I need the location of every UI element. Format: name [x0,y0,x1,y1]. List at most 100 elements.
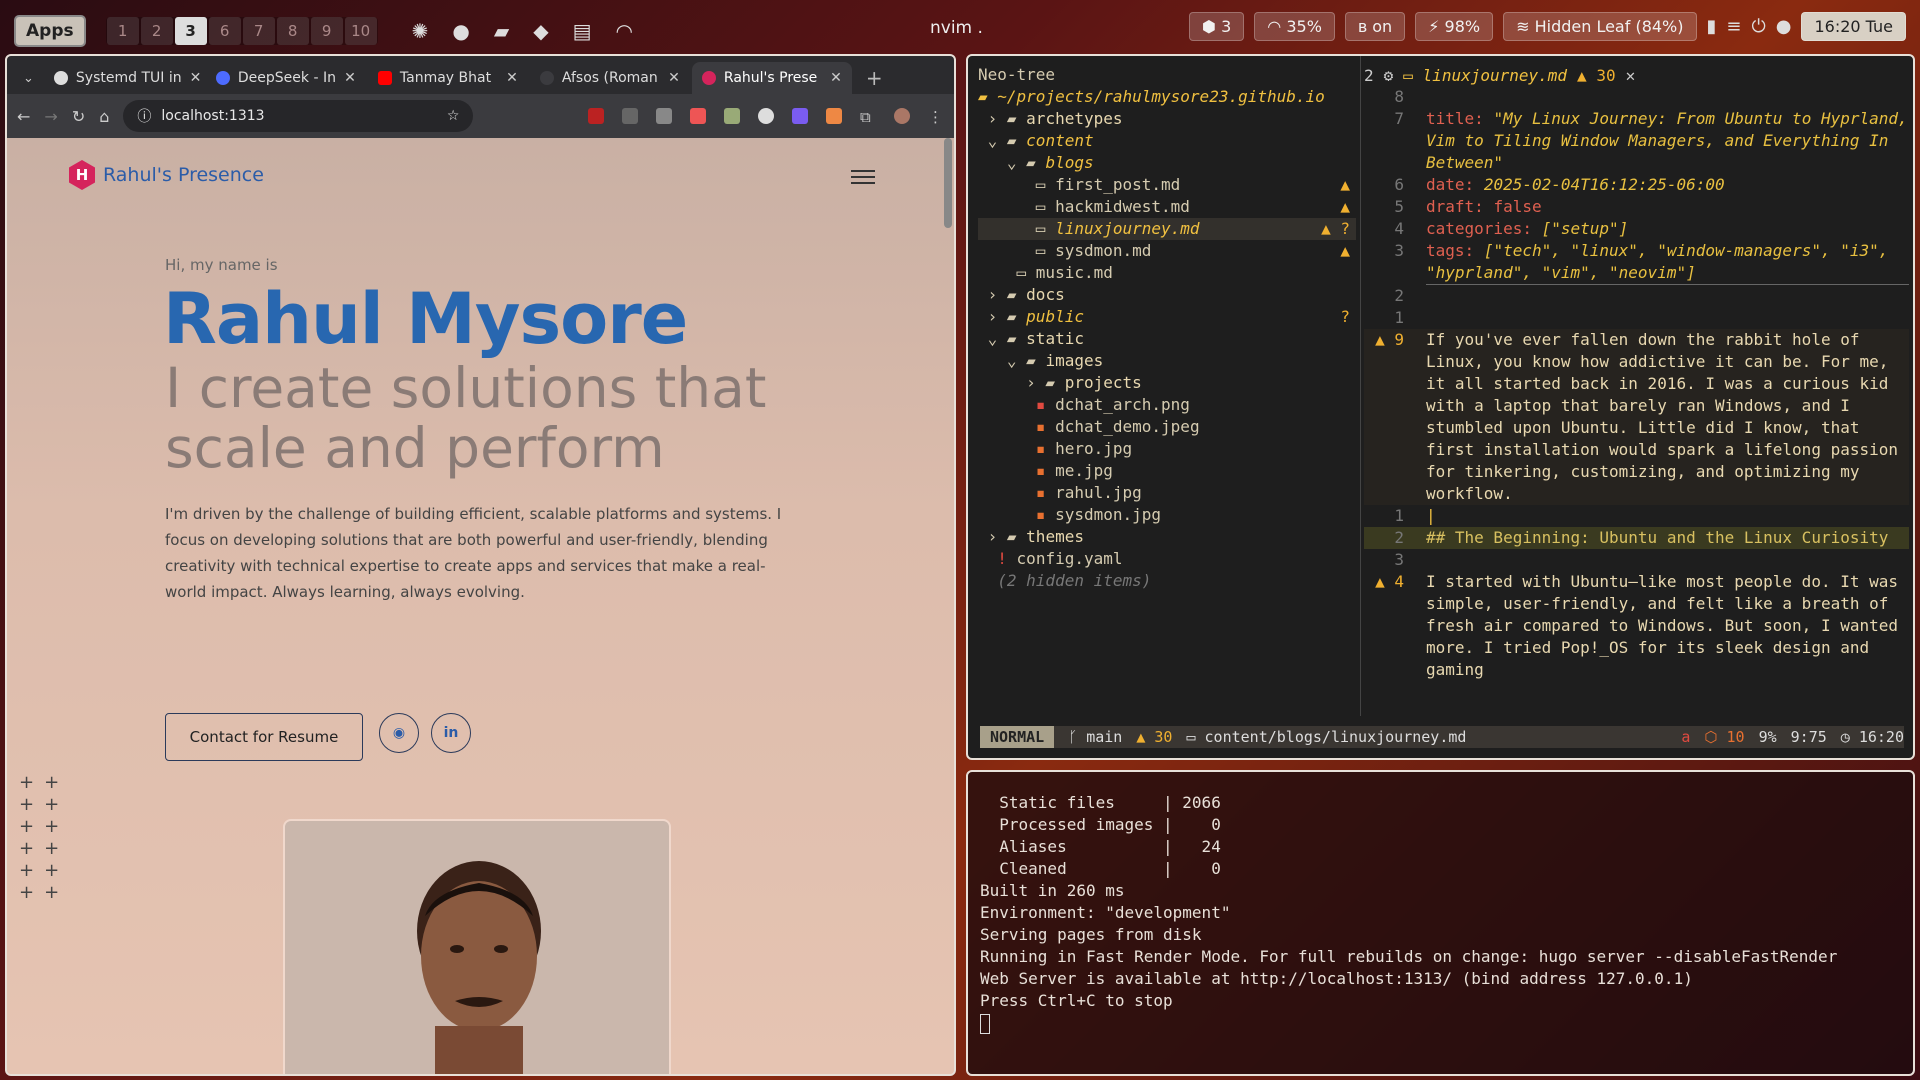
tree-dir-projects[interactable]: › ▰ projects [978,372,1356,394]
tree-file-selected[interactable]: ▭ linuxjourney.md ▲ ? [978,218,1356,240]
chatgpt-icon[interactable]: ✺ [412,19,429,43]
wifi-indicator[interactable]: ≋ Hidden Leaf (84%) [1503,12,1697,41]
github-icon[interactable]: ◉ [379,713,419,753]
volume-indicator[interactable]: ◠ 35% [1254,12,1335,41]
workspace-1[interactable]: 1 [106,16,139,45]
tab-systemd[interactable]: Systemd TUI in ✕ [44,62,204,94]
grid-decoration: ++ [19,772,70,793]
tree-dir-content[interactable]: ⌄ ▰ content [978,130,1356,152]
workspace-switcher: 1 2 3 6 7 8 9 10 [105,16,378,45]
bluetooth-indicator[interactable]: ʙ on [1344,12,1406,41]
tree-dir-public[interactable]: › ▰ public? [978,306,1356,328]
url-input[interactable]: ⓘ localhost:1313 ☆ [123,100,474,132]
power-icon[interactable]: ⏻ [1752,16,1766,37]
bookmark-star-icon[interactable]: ☆ [447,108,460,124]
kebab-menu-icon[interactable]: ⋮ [928,108,944,126]
workspace-7[interactable]: 7 [242,16,275,45]
close-icon[interactable]: ✕ [344,70,356,86]
tree-dir-docs[interactable]: › ▰ docs [978,284,1356,306]
apps-button[interactable]: Apps [14,14,86,47]
gamepad-icon[interactable]: ◆ [533,19,548,43]
tab-tanmay[interactable]: Tanmay Bhat ✕ [368,62,528,94]
tree-file[interactable]: ▭ hackmidwest.md ▲ [978,196,1356,218]
editor-buffer[interactable]: 2 ⚙ ▭ linuxjourney.md ▲ 30 ✕ 8 7 title: "M… [1364,64,1909,714]
tree-dir-images[interactable]: ⌄ ▰ images [978,350,1356,372]
tab-menu-icon[interactable]: ⌄ [15,71,42,94]
warning-icon: ▲ [1340,241,1350,260]
contact-resume-button[interactable]: Contact for Resume [165,713,363,761]
tree-file[interactable]: ▪ dchat_arch.png [978,394,1356,416]
extension-icon[interactable] [724,108,740,124]
workspace-2[interactable]: 2 [140,16,173,45]
warning-icon: ▲ ? [1321,219,1350,238]
extension-icon[interactable] [690,108,706,124]
tab-deepseek[interactable]: DeepSeek - In ✕ [206,62,366,94]
puzzle-icon[interactable]: ⧉ [860,108,876,126]
tree-file[interactable]: ▭ music.md [978,262,1356,284]
hero-name: Rahul Mysore [163,278,688,360]
hamburger-menu-icon[interactable] [851,166,875,188]
file-path: ▭ content/blogs/linuxjourney.md [1186,728,1467,746]
tree-root[interactable]: ▰ ~/projects/rahulmysore23.github.io [978,86,1356,108]
avatar-icon[interactable]: ● [1776,16,1792,37]
workspace-6[interactable]: 6 [208,16,241,45]
tree-dir-themes[interactable]: › ▰ themes [978,526,1356,548]
back-icon[interactable]: ← [17,107,30,126]
tab-rahuls-presence[interactable]: Rahul's Prese ✕ [691,62,852,94]
tree-file[interactable]: ▪ rahul.jpg [978,482,1356,504]
hero-description: I'm driven by the challenge of building … [165,505,782,601]
tree-file[interactable]: ▭ sysdmon.md ▲ [978,240,1356,262]
forward-icon[interactable]: → [44,107,57,126]
workspace-9[interactable]: 9 [310,16,343,45]
tree-dir-static[interactable]: ⌄ ▰ static [978,328,1356,350]
tree-file[interactable]: ▪ me.jpg [978,460,1356,482]
close-icon[interactable]: ✕ [1626,66,1636,85]
terminal-line: Serving pages from disk [980,925,1202,944]
close-icon[interactable]: ✕ [190,70,202,86]
terminal-line: Web Server is available at http://localh… [980,969,1693,988]
tree-file[interactable]: ▪ hero.jpg [978,438,1356,460]
tree-file[interactable]: ▪ dchat_demo.jpeg [978,416,1356,438]
close-icon[interactable]: ✕ [506,70,518,86]
logo-hexagon-icon: H [69,160,95,190]
workspace-10[interactable]: 10 [344,16,377,45]
tree-file[interactable]: ▪ sysdmon.jpg [978,504,1356,526]
tree-file[interactable]: ! config.yaml [978,548,1356,570]
headphones-icon[interactable]: ◠ [616,19,633,43]
profile-avatar[interactable] [894,108,910,124]
twitch-icon[interactable] [792,108,808,124]
info-icon[interactable]: ⓘ [137,106,151,126]
close-icon[interactable]: ✕ [830,70,842,86]
extension-icon[interactable] [826,108,842,124]
terminal-line: Built in 260 ms [980,881,1125,900]
new-tab-button[interactable]: + [854,62,895,94]
tab-strip: ⌄ Systemd TUI in ✕ DeepSeek - In ✕ Tanmay … [7,56,954,94]
layers-icon[interactable]: ≡ [1726,16,1741,37]
ublock-icon[interactable] [588,108,604,124]
battery-indicator[interactable]: ⚡ 98% [1415,12,1494,41]
folder-icon[interactable]: ▰ [494,19,509,43]
diagnostics: ⬡ 10 [1704,728,1745,746]
reload-icon[interactable]: ↻ [72,107,85,126]
extension-icon[interactable] [656,108,672,124]
workspace-8[interactable]: 8 [276,16,309,45]
linkedin-icon[interactable]: in [431,713,471,753]
tree-file[interactable]: ▭ first_post.md ▲ [978,174,1356,196]
site-logo[interactable]: H Rahul's Presence [69,160,264,190]
clock[interactable]: 16:20 Tue [1801,12,1906,41]
updates-indicator[interactable]: ⬢ 3 [1189,12,1245,41]
terminal-window[interactable]: Static files | 2066 Processed images | 0… [966,770,1915,1076]
scrollbar-thumb[interactable] [944,138,952,228]
firefox-icon[interactable]: ● [452,19,469,43]
tree-dir-archetypes[interactable]: › ▰ archetypes [978,108,1356,130]
buffer-tab[interactable]: ▭ linuxjourney.md [1403,66,1567,85]
home-icon[interactable]: ⌂ [99,107,109,126]
stats-icon[interactable]: ▮ [1707,16,1717,37]
extension-icon[interactable] [758,108,774,124]
close-icon[interactable]: ✕ [668,70,680,86]
glasses-icon[interactable] [622,108,638,124]
tree-dir-blogs[interactable]: ⌄ ▰ blogs [978,152,1356,174]
tab-afsos[interactable]: Afsos (Roman ✕ [530,62,690,94]
workspace-3[interactable]: 3 [174,16,207,45]
notes-icon[interactable]: ▤ [573,19,592,43]
